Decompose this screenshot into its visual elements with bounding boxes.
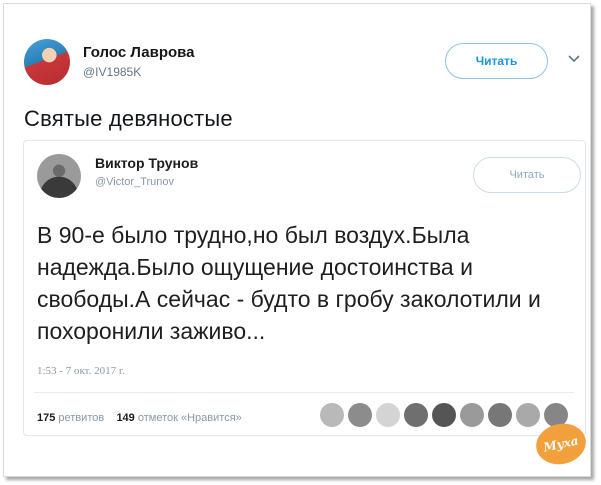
screenshot-frame: Голос Лаврова @IV1985K Читать Святые дев… xyxy=(3,3,591,477)
liker-avatar[interactable] xyxy=(320,403,344,427)
quoted-tweet-card[interactable]: Виктор Трунов @Victor_Trunov Читать В 90… xyxy=(23,140,586,436)
liker-avatars xyxy=(320,403,568,429)
liker-avatar[interactable] xyxy=(376,403,400,427)
author-handle[interactable]: @IV1985K xyxy=(83,65,141,79)
tweet-text: Святые девяностые xyxy=(24,106,233,131)
quoted-tweet-text: В 90-е было трудно,но был воздух.Была на… xyxy=(37,222,541,344)
chevron-down-icon[interactable] xyxy=(567,54,581,64)
liker-avatar[interactable] xyxy=(348,403,372,427)
likes-count[interactable]: 149 xyxy=(116,412,134,424)
quoted-follow-button[interactable]: Читать xyxy=(473,157,581,193)
author-avatar[interactable] xyxy=(24,39,70,85)
likes-label: отметок «Нравится» xyxy=(137,412,242,424)
liker-avatar[interactable] xyxy=(404,403,428,427)
liker-avatar[interactable] xyxy=(516,403,540,427)
quoted-tweet-timestamp[interactable]: 1:53 - 7 окт. 2017 г. xyxy=(37,365,125,377)
quoted-author-handle[interactable]: @Victor_Trunov xyxy=(95,176,174,188)
quoted-author-avatar[interactable] xyxy=(37,154,81,198)
follow-button[interactable]: Читать xyxy=(445,43,548,79)
retweets-label: ретвитов xyxy=(58,412,105,424)
retweets-count[interactable]: 175 xyxy=(37,412,55,424)
liker-avatar[interactable] xyxy=(460,403,484,427)
divider xyxy=(34,392,574,393)
quoted-author-name[interactable]: Виктор Трунов xyxy=(95,155,198,171)
liker-avatar[interactable] xyxy=(432,403,456,427)
liker-avatar[interactable] xyxy=(488,403,512,427)
tweet-stats: 175 ретвитов 149 отметок «Нравится» xyxy=(37,412,242,424)
author-name[interactable]: Голос Лаврова xyxy=(83,44,195,61)
